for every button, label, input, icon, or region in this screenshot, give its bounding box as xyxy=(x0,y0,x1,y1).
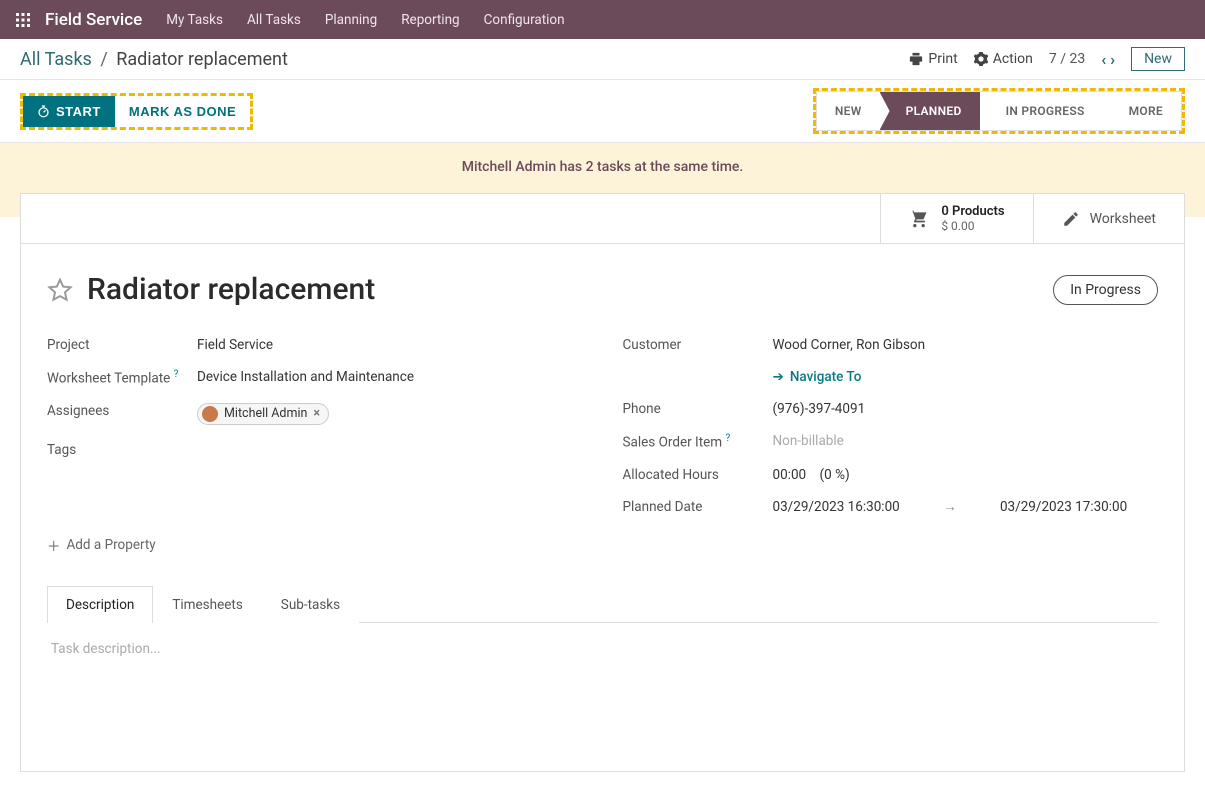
mark-done-button[interactable]: MARK AS DONE xyxy=(115,96,250,127)
apps-icon[interactable] xyxy=(15,12,31,28)
tab-subtasks[interactable]: Sub-tasks xyxy=(262,586,359,623)
nav-my-tasks[interactable]: My Tasks xyxy=(166,12,223,28)
pager-next-icon[interactable]: › xyxy=(1110,50,1115,69)
print-button[interactable]: Print xyxy=(909,51,957,67)
label-tags: Tags xyxy=(47,442,197,458)
cart-icon xyxy=(909,209,929,229)
label-alloc-hours: Allocated Hours xyxy=(623,467,773,483)
stages-highlight: NEW PLANNED IN PROGRESS MORE xyxy=(813,88,1185,134)
planned-from: 03/29/2023 16:30:00 xyxy=(773,499,900,515)
worksheet-stat-button[interactable]: Worksheet xyxy=(1033,194,1184,243)
action-button[interactable]: Action xyxy=(974,51,1033,67)
add-property-button[interactable]: ＋ Add a Property xyxy=(47,535,156,555)
label-so-item: Sales Order Item ? xyxy=(623,433,773,451)
start-button[interactable]: START xyxy=(23,96,115,127)
stage-bar: NEW PLANNED IN PROGRESS MORE xyxy=(816,91,1182,131)
arrow-right-icon: ➔ xyxy=(773,369,784,385)
label-project: Project xyxy=(47,337,197,353)
navigate-label: Navigate To xyxy=(790,369,862,385)
products-count: 0 Products xyxy=(941,204,1004,219)
value-project[interactable]: Field Service xyxy=(197,337,583,353)
assignee-chip[interactable]: Mitchell Admin × xyxy=(197,403,329,425)
breadcrumb: All Tasks / Radiator replacement xyxy=(20,49,288,70)
products-amount: $ 0.00 xyxy=(941,219,1004,233)
value-worksheet-template[interactable]: Device Installation and Maintenance xyxy=(197,369,583,385)
tab-description[interactable]: Description xyxy=(47,586,153,623)
nav-configuration[interactable]: Configuration xyxy=(484,12,565,28)
start-label: START xyxy=(56,104,101,119)
value-assignees[interactable]: Mitchell Admin × xyxy=(197,403,583,426)
nav-reporting[interactable]: Reporting xyxy=(401,12,459,28)
stopwatch-icon xyxy=(37,105,50,118)
label-phone: Phone xyxy=(623,401,773,417)
task-title[interactable]: Radiator replacement xyxy=(87,272,375,307)
value-customer[interactable]: Wood Corner, Ron Gibson xyxy=(773,337,1159,353)
arrow-range-icon: → xyxy=(943,499,957,515)
tabs: Description Timesheets Sub-tasks xyxy=(47,585,1158,623)
print-label: Print xyxy=(928,51,957,67)
status-pill[interactable]: In Progress xyxy=(1053,275,1158,305)
app-brand[interactable]: Field Service xyxy=(45,10,142,30)
label-worksheet-template: Worksheet Template ? xyxy=(47,369,197,387)
breadcrumb-bar: All Tasks / Radiator replacement Print A… xyxy=(0,39,1205,80)
breadcrumb-parent[interactable]: All Tasks xyxy=(20,49,92,70)
tab-timesheets[interactable]: Timesheets xyxy=(153,586,261,623)
title-row: Radiator replacement In Progress xyxy=(47,272,1158,307)
left-column: Project Field Service Worksheet Template… xyxy=(47,329,583,523)
value-alloc-hours[interactable]: 00:00 (0 %) xyxy=(773,467,1159,483)
avatar xyxy=(202,406,218,422)
label-assignees: Assignees xyxy=(47,403,197,419)
breadcrumb-actions: Print Action 7 / 23 ‹ › New xyxy=(909,47,1185,71)
worksheet-label: Worksheet xyxy=(1090,211,1156,227)
pager-count: 7 / 23 xyxy=(1049,51,1085,67)
value-phone[interactable]: (976)-397-4091 xyxy=(773,401,1159,417)
action-label: Action xyxy=(993,51,1033,67)
products-stat-button[interactable]: 0 Products $ 0.00 xyxy=(880,194,1032,243)
right-column: Customer Wood Corner, Ron Gibson ➔ Navig… xyxy=(623,329,1159,523)
label-planned-date: Planned Date xyxy=(623,499,773,515)
breadcrumb-sep: / xyxy=(100,49,107,70)
pager-arrows: ‹ › xyxy=(1101,50,1115,69)
planned-to: 03/29/2023 17:30:00 xyxy=(1000,499,1127,515)
left-actions-highlight: START MARK AS DONE xyxy=(20,93,253,130)
print-icon xyxy=(909,52,923,66)
action-bar: START MARK AS DONE NEW PLANNED IN PROGRE… xyxy=(0,80,1205,143)
assignee-name: Mitchell Admin xyxy=(224,406,307,421)
value-so-item[interactable]: Non-billable xyxy=(773,433,1159,449)
breadcrumb-current: Radiator replacement xyxy=(116,49,288,70)
gear-icon xyxy=(974,52,988,66)
plus-icon: ＋ xyxy=(47,535,61,555)
pager-prev-icon[interactable]: ‹ xyxy=(1101,50,1106,69)
field-grid: Project Field Service Worksheet Template… xyxy=(47,329,1158,523)
stage-planned[interactable]: PLANNED xyxy=(880,92,980,130)
card-top-stats: 0 Products $ 0.00 Worksheet xyxy=(21,194,1184,244)
top-navbar: Field Service My Tasks All Tasks Plannin… xyxy=(0,0,1205,39)
label-customer: Customer xyxy=(623,337,773,353)
nav-all-tasks[interactable]: All Tasks xyxy=(247,12,301,28)
new-button[interactable]: New xyxy=(1131,47,1185,71)
help-icon[interactable]: ? xyxy=(726,433,731,444)
add-property-label: Add a Property xyxy=(67,537,156,553)
stage-in-progress[interactable]: IN PROGRESS xyxy=(980,92,1103,130)
nav-items: My Tasks All Tasks Planning Reporting Co… xyxy=(166,12,564,28)
value-planned-date[interactable]: 03/29/2023 16:30:00 → 03/29/2023 17:30:0… xyxy=(773,499,1159,515)
remove-chip-icon[interactable]: × xyxy=(313,406,320,421)
help-icon[interactable]: ? xyxy=(174,369,179,380)
navigate-to-link[interactable]: ➔ Navigate To xyxy=(773,369,862,385)
nav-planning[interactable]: Planning xyxy=(325,12,377,28)
stage-new[interactable]: NEW xyxy=(817,92,880,130)
pencil-icon xyxy=(1062,210,1080,228)
description-input[interactable]: Task description... xyxy=(47,623,1158,743)
task-card: 0 Products $ 0.00 Worksheet Radiator rep… xyxy=(20,193,1185,772)
star-icon[interactable] xyxy=(47,277,73,303)
stage-more[interactable]: MORE xyxy=(1103,92,1181,130)
